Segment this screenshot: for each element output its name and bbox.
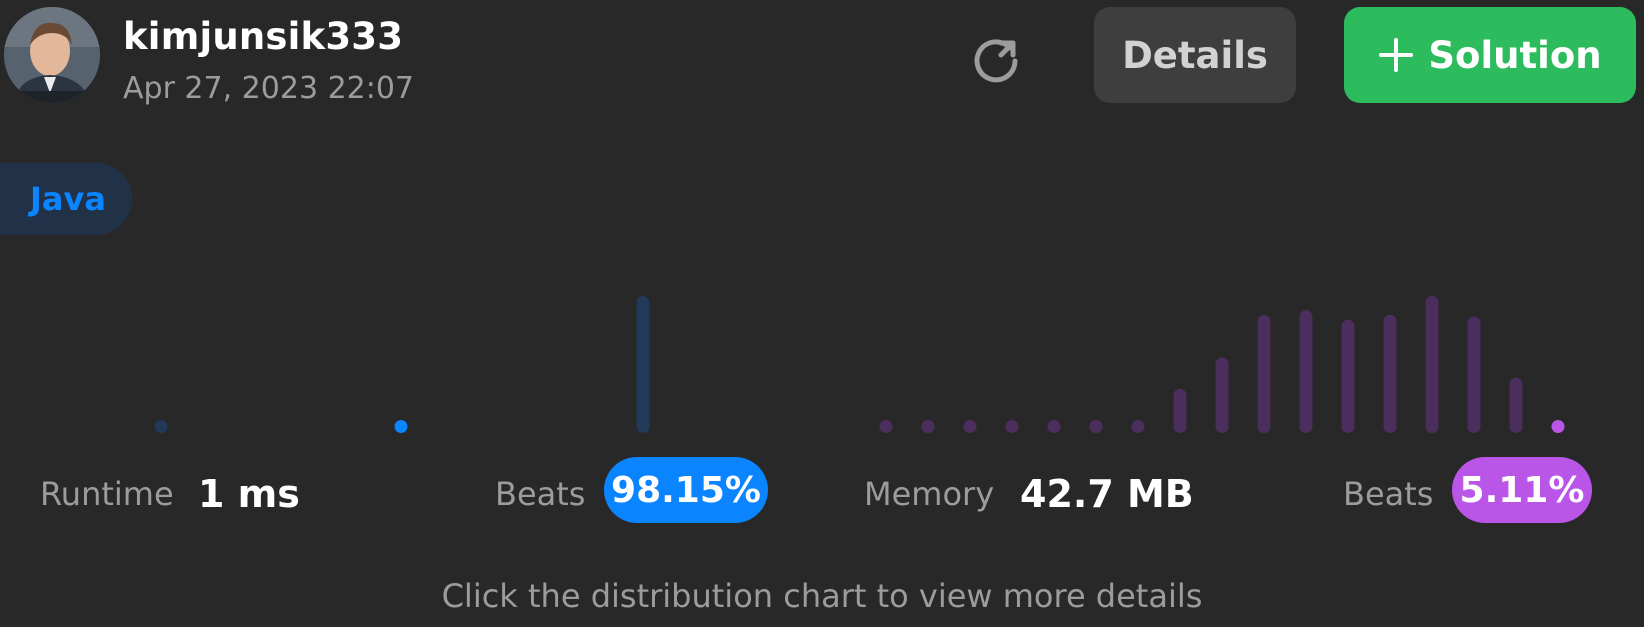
memory-distribution-bar[interactable] bbox=[879, 420, 893, 433]
memory-distribution-bar[interactable] bbox=[1005, 420, 1019, 433]
language-tag-label: Java bbox=[30, 180, 106, 218]
memory-distribution-bar[interactable] bbox=[963, 420, 977, 433]
chart-hint-text: Click the distribution chart to view mor… bbox=[441, 577, 1203, 615]
add-solution-button[interactable]: Solution bbox=[1344, 7, 1636, 103]
avatar[interactable] bbox=[4, 7, 100, 103]
memory-distribution-bar[interactable] bbox=[1299, 310, 1313, 433]
avatar-image bbox=[4, 7, 100, 103]
runtime-value: 1 ms bbox=[198, 472, 300, 516]
memory-distribution-bar[interactable] bbox=[1467, 316, 1481, 433]
submission-timestamp: Apr 27, 2023 22:07 bbox=[123, 71, 415, 106]
runtime-beats-badge: 98.15% bbox=[604, 457, 768, 523]
username[interactable]: kimjunsik333 bbox=[123, 14, 403, 60]
runtime-beats-label: Beats bbox=[495, 475, 586, 513]
memory-distribution-bar[interactable] bbox=[1089, 420, 1103, 433]
refresh-icon[interactable] bbox=[970, 31, 1024, 85]
runtime-beats-value: 98.15% bbox=[611, 469, 761, 511]
memory-distribution-bar[interactable] bbox=[1047, 420, 1061, 433]
runtime-distribution-bar[interactable] bbox=[636, 296, 650, 433]
distribution-chart[interactable] bbox=[0, 280, 1644, 440]
details-button[interactable]: Details bbox=[1094, 7, 1296, 103]
memory-distribution-bar[interactable] bbox=[921, 420, 935, 433]
runtime-label: Runtime bbox=[40, 475, 174, 513]
runtime-distribution-bar[interactable] bbox=[154, 420, 168, 433]
memory-distribution-bar[interactable] bbox=[1425, 296, 1439, 433]
memory-beats-value: 5.11% bbox=[1459, 469, 1585, 511]
memory-distribution-bar[interactable] bbox=[1173, 388, 1187, 433]
plus-icon bbox=[1379, 38, 1414, 72]
memory-label: Memory bbox=[864, 475, 995, 513]
runtime-distribution-bar[interactable] bbox=[394, 420, 408, 433]
memory-beats-label: Beats bbox=[1343, 475, 1434, 513]
memory-distribution-bar[interactable] bbox=[1131, 420, 1145, 433]
details-button-label: Details bbox=[1122, 33, 1268, 77]
memory-distribution-bar[interactable] bbox=[1509, 377, 1523, 433]
solution-button-label: Solution bbox=[1428, 33, 1602, 77]
memory-distribution-bar[interactable] bbox=[1383, 314, 1397, 433]
memory-value: 42.7 MB bbox=[1020, 472, 1194, 516]
memory-beats-badge: 5.11% bbox=[1452, 457, 1592, 523]
language-tag: Java bbox=[0, 163, 132, 235]
memory-distribution-bar[interactable] bbox=[1551, 420, 1565, 433]
memory-distribution-bar[interactable] bbox=[1341, 319, 1355, 433]
memory-distribution-bar[interactable] bbox=[1257, 314, 1271, 433]
memory-distribution-bar[interactable] bbox=[1215, 357, 1229, 433]
